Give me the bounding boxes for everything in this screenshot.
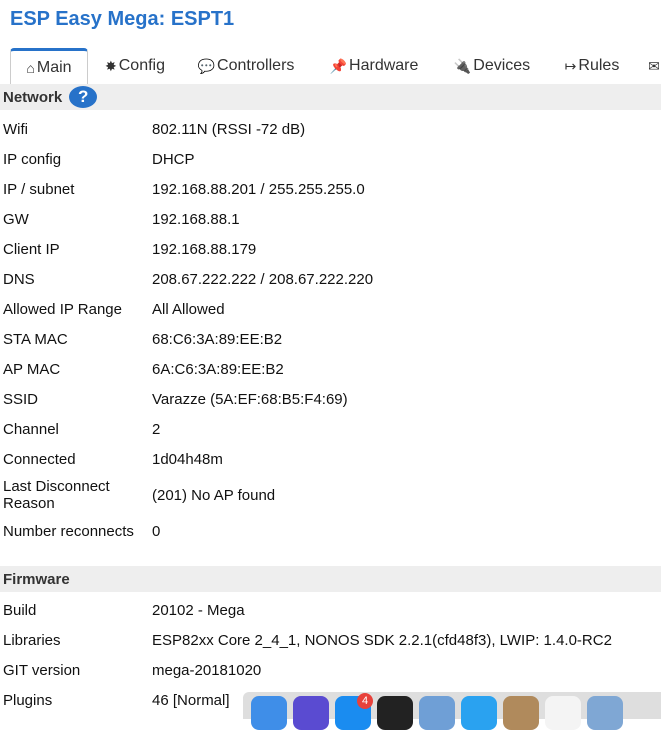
row-label: IP / subnet xyxy=(3,181,75,198)
finder-icon[interactable] xyxy=(251,696,287,730)
arrow-icon: ↦ xyxy=(564,57,577,74)
row-label: Last Disconnect Reason xyxy=(3,478,110,512)
row-label: IP config xyxy=(3,151,62,168)
row-value: 68:C6:3A:89:EE:B2 xyxy=(152,331,283,348)
home-icon: ⌂ xyxy=(26,60,35,76)
preview-icon[interactable] xyxy=(419,696,455,730)
tab-rules[interactable]: ↦ Rules xyxy=(562,48,622,84)
row-value: 46 [Normal] xyxy=(152,692,230,709)
row-label: Connected xyxy=(3,451,76,468)
row-label: Number reconnects xyxy=(3,523,134,540)
app-store-icon[interactable]: 4 xyxy=(335,693,373,730)
row-value: 192.168.88.201 / 255.255.255.0 xyxy=(152,181,365,198)
network-heading: Network xyxy=(3,88,63,106)
tab-main-label: Main xyxy=(36,59,72,76)
row-value: DHCP xyxy=(152,151,195,168)
row-label: Plugins xyxy=(3,692,53,709)
row-value: (201) No AP found xyxy=(152,487,276,504)
photos-icon[interactable] xyxy=(587,696,623,730)
row-label: STA MAC xyxy=(3,331,68,348)
notification-badge: 4 xyxy=(357,693,373,709)
envelope-icon: ✉ xyxy=(648,57,660,74)
tab-controllers-label: Controllers xyxy=(217,57,295,74)
row-value: 0 xyxy=(152,523,161,540)
help-icon[interactable]: ? xyxy=(69,86,98,108)
row-value: 208.67.222.222 / 208.67.222.220 xyxy=(152,271,374,288)
row-value: 802.11N (RSSI -72 dB) xyxy=(152,121,306,138)
tab-hardware-label: Hardware xyxy=(349,57,419,74)
row-label: GIT version xyxy=(3,662,81,679)
row-value: Varazze (5A:EF:68:B5:F4:69) xyxy=(152,391,348,408)
row-label: Libraries xyxy=(3,632,61,649)
firmware-section-header: Firmware xyxy=(0,566,661,592)
row-label: Build xyxy=(3,602,37,619)
tab-hardware[interactable]: 📌 Hardware xyxy=(328,48,420,84)
row-label: DNS xyxy=(3,271,35,288)
tab-main[interactable]: ⌂ Main xyxy=(10,48,88,86)
row-label: Allowed IP Range xyxy=(3,301,122,318)
row-value: All Allowed xyxy=(152,301,225,318)
speech-bubble-icon: 💬 xyxy=(197,57,216,74)
row-value: 2 xyxy=(152,421,161,438)
tab-controllers[interactable]: 💬 Controllers xyxy=(196,48,296,84)
safari-icon[interactable] xyxy=(461,696,497,730)
pushpin-icon: 📌 xyxy=(329,57,348,74)
plug-icon: 🔌 xyxy=(453,57,472,74)
clock-icon[interactable] xyxy=(377,696,413,730)
tab-rules-label: Rules xyxy=(578,57,620,74)
calendar-icon[interactable] xyxy=(545,696,581,730)
tab-config-label: Config xyxy=(118,57,165,74)
row-value: mega-20181020 xyxy=(152,662,262,679)
row-label: Wifi xyxy=(3,121,28,138)
row-value: 192.168.88.179 xyxy=(152,241,257,258)
gear-icon: ✸ xyxy=(105,57,117,74)
row-label: GW xyxy=(3,211,29,228)
row-value: 6A:C6:3A:89:EE:B2 xyxy=(152,361,284,378)
tab-devices[interactable]: 🔌 Devices xyxy=(452,48,532,84)
tab-config[interactable]: ✸ Config xyxy=(104,48,166,84)
siri-icon[interactable] xyxy=(293,696,329,730)
contacts-icon[interactable] xyxy=(503,696,539,730)
row-value: 1d04h48m xyxy=(152,451,223,468)
row-label: Client IP xyxy=(3,241,60,258)
row-label: AP MAC xyxy=(3,361,61,378)
row-value: 192.168.88.1 xyxy=(152,211,240,228)
row-value: 20102 - Mega xyxy=(152,602,245,619)
row-value: ESP82xx Core 2_4_1, NONOS SDK 2.2.1(cfd4… xyxy=(152,632,612,649)
firmware-heading: Firmware xyxy=(3,570,70,588)
page-title: ESP Easy Mega: ESPT1 xyxy=(10,8,235,30)
row-label: Channel xyxy=(3,421,59,438)
tab-devices-label: Devices xyxy=(473,57,531,74)
dock: 4 xyxy=(243,692,661,730)
row-label: SSID xyxy=(3,391,39,408)
tab-notifications[interactable]: ✉ xyxy=(648,48,661,84)
tab-bar: ⌂ Main ✸ Config 💬 Controllers 📌 Hardware… xyxy=(0,48,661,86)
network-section-header: Network ? xyxy=(0,84,661,110)
